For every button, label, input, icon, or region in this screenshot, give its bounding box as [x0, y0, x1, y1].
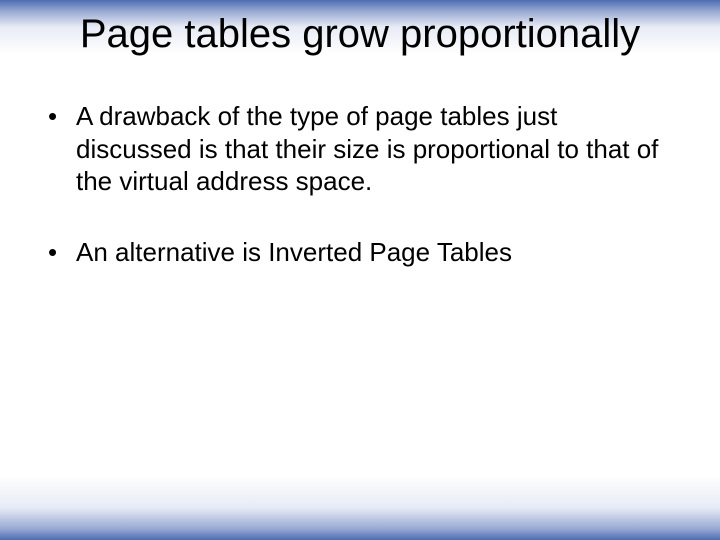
list-item: An alternative is Inverted Page Tables	[48, 236, 660, 269]
bullet-list: A drawback of the type of page tables ju…	[48, 100, 660, 268]
slide: Page tables grow proportionally A drawba…	[0, 0, 720, 540]
slide-title: Page tables grow proportionally	[0, 12, 720, 57]
slide-body: A drawback of the type of page tables ju…	[48, 100, 660, 306]
list-item: A drawback of the type of page tables ju…	[48, 100, 660, 198]
